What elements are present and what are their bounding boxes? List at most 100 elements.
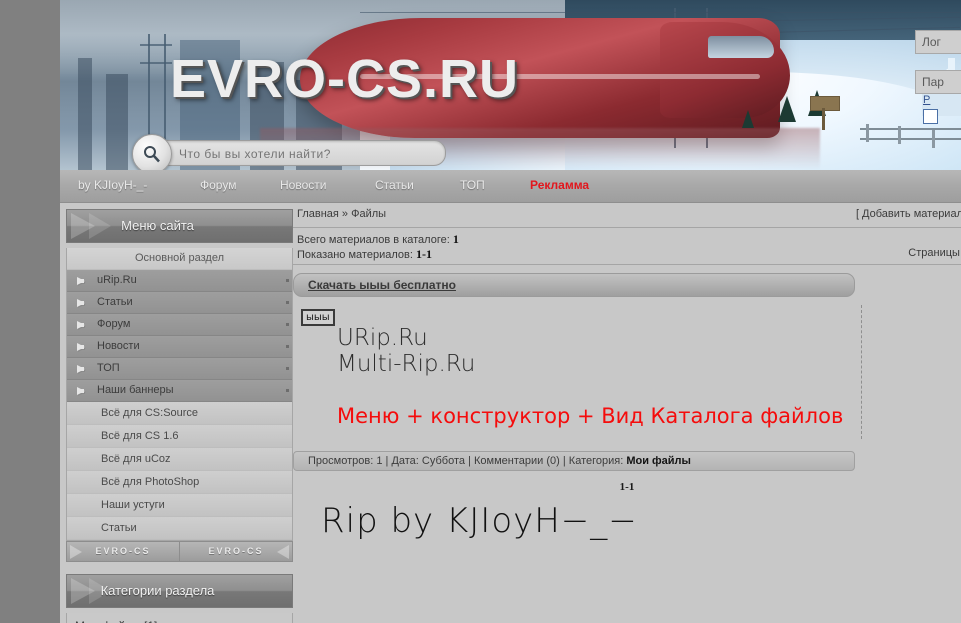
password-row: Пар Р [915, 70, 961, 124]
sidebar-item-banners[interactable]: Наши баннеры [67, 380, 292, 402]
entry-title-link[interactable]: Скачать ыыы бесплатно [308, 278, 456, 292]
search-bar [132, 134, 452, 170]
sidebar-menu-list: Основной раздел uRip.Ru Статьи Форум Нов… [66, 248, 293, 541]
arrow-right-icon [77, 299, 85, 307]
banner-label-right[interactable]: EVRO-CS [179, 542, 292, 561]
password-field[interactable]: Пар [915, 70, 961, 94]
fir-tree [778, 96, 796, 122]
nav-item-4[interactable]: ТОП [460, 178, 485, 192]
comments-label: Комментарии [473, 455, 544, 467]
arrow-right-icon [77, 277, 85, 285]
sidebar-item-label: Форум [97, 318, 131, 330]
sidebar: Меню сайта Основной раздел uRip.Ru Стать… [62, 209, 297, 623]
search-input-wrapper[interactable] [162, 140, 446, 166]
rip-by-text: Rip by KJIoyH−_− [321, 501, 638, 541]
views-value: 1 [376, 455, 383, 467]
site-page: EVRO-CS.RU Лог Пар Р [60, 0, 961, 623]
register-link[interactable]: Р [915, 94, 961, 106]
sidebar-item-top[interactable]: ТОП [67, 358, 292, 380]
login-panel: Лог Пар Р [915, 30, 961, 140]
sidebar-item-label: uRip.Ru [97, 274, 137, 286]
date-label: Дата: [391, 455, 419, 467]
breadcrumb[interactable]: Главная » Файлы [297, 208, 386, 220]
sidebar-item-urip[interactable]: uRip.Ru [67, 270, 292, 292]
date-value: Суббота [421, 455, 465, 467]
power-wire [360, 12, 960, 13]
sidebar-section-ucoz[interactable]: Всё для uCoz [67, 448, 292, 471]
entry-meta-bar: Просмотров: 1 | Дата: Суббота | Коммента… [293, 451, 855, 471]
shown-materials: Показано материалов: 1-1 [297, 247, 432, 262]
sidebar-menu-title: Меню сайта [121, 218, 194, 233]
add-material-link[interactable]: [ Добавить материал [856, 208, 961, 220]
sidebar-item-label: Статьи [97, 296, 133, 308]
sidebar-item-label: Новости [97, 340, 140, 352]
sidebar-category-label: Основной раздел [67, 248, 292, 270]
entry-title-bar: Скачать ыыы бесплатно [293, 273, 855, 297]
main-content: Главная » Файлы [ Добавить материал Всег… [293, 203, 961, 541]
views-label: Просмотров: [308, 455, 374, 467]
sidebar-banner-bar: EVRO-CS EVRO-CS [66, 541, 293, 562]
chevron-left-icon [277, 545, 289, 559]
sidebar-item-label: ТОП [97, 362, 120, 374]
arrow-right-icon [77, 387, 85, 395]
sidebar-item-forum[interactable]: Форум [67, 314, 292, 336]
sidebar-menu-header: Меню сайта [66, 209, 293, 243]
nav-item-3[interactable]: Статьи [375, 178, 414, 192]
breadcrumb-bar: Главная » Файлы [ Добавить материал [293, 203, 961, 228]
sidebar-section-cs16[interactable]: Всё для CS 1.6 [67, 425, 292, 448]
broken-image-icon: ыыы [301, 309, 335, 326]
header-banner: EVRO-CS.RU Лог Пар Р [60, 0, 961, 170]
nav-item-2[interactable]: Новости [280, 178, 326, 192]
total-materials-value: 1 [452, 232, 459, 246]
sidebar-section-articles[interactable]: Статьи [67, 517, 292, 540]
banner-label-left[interactable]: EVRO-CS [67, 542, 179, 561]
search-button[interactable] [132, 134, 172, 170]
total-materials: Всего материалов в каталоге: 1 [297, 232, 459, 247]
entry-meta: Просмотров: 1 | Дата: Суббота | Коммента… [308, 455, 691, 467]
pylon-crossbar [140, 62, 172, 64]
sidebar-categories-list: Мои файлы [1] [66, 613, 293, 623]
sidebar-section-services[interactable]: Наши устуги [67, 494, 292, 517]
category-label: Категория: [568, 455, 624, 467]
sidebar-item-news[interactable]: Новости [67, 336, 292, 358]
total-materials-label: Всего материалов в каталоге: [297, 234, 450, 246]
pagination: 1-1 [293, 481, 961, 493]
nav-item-1[interactable]: Форум [200, 178, 236, 192]
page-body: Меню сайта Основной раздел uRip.Ru Стать… [60, 203, 961, 623]
remember-me-checkbox[interactable] [923, 109, 938, 124]
search-icon [144, 146, 160, 163]
login-row: Лог [915, 30, 961, 54]
sidebar-categories-header: Категории раздела [66, 574, 293, 608]
sidebar-categories-title: Категории раздела [100, 583, 215, 598]
site-logo: EVRO-CS.RU [170, 49, 520, 109]
entry-line-0: URip.Ru [337, 325, 428, 351]
nav-item-0[interactable]: by KJIoyH-_- [78, 178, 147, 192]
pages-label: Страницы: [908, 247, 961, 259]
train-windshield [708, 36, 774, 58]
sidebar-item-label: Наши баннеры [97, 384, 174, 396]
arrow-right-icon [77, 321, 85, 329]
login-field[interactable]: Лог [915, 30, 961, 54]
pylon-crossbar [140, 44, 172, 46]
arrow-right-icon [77, 343, 85, 351]
entry-line-1: Multi-Rip.Ru [337, 350, 476, 377]
sidebar-section-cssource[interactable]: Всё для CS:Source [67, 402, 292, 425]
banner-building [106, 74, 128, 170]
banner-building [78, 58, 92, 170]
material-entry: Скачать ыыы бесплатно ыыы URip.Ru Multi-… [293, 273, 961, 471]
entry-red-line: Меню + конструктор + Вид Каталога файлов [337, 403, 844, 428]
counts-bar: Всего материалов в каталоге: 1 Показано … [293, 228, 961, 265]
wooden-sign [810, 96, 840, 111]
shown-materials-value: 1-1 [415, 247, 432, 261]
sign-post [822, 108, 825, 130]
sidebar-item-articles[interactable]: Статьи [67, 292, 292, 314]
entry-body: ыыы URip.Ru Multi-Rip.Ru Меню + конструк… [293, 305, 862, 439]
category-row-my-files[interactable]: Мои файлы [1] [67, 613, 292, 623]
sidebar-section-photoshop[interactable]: Всё для PhotoShop [67, 471, 292, 494]
power-pylon [148, 34, 150, 144]
fence-post [898, 126, 901, 144]
comments-value: (0) [546, 455, 560, 467]
search-input[interactable] [177, 143, 443, 165]
power-pylon [164, 34, 166, 144]
nav-item-5[interactable]: Реклaмма [530, 178, 589, 192]
